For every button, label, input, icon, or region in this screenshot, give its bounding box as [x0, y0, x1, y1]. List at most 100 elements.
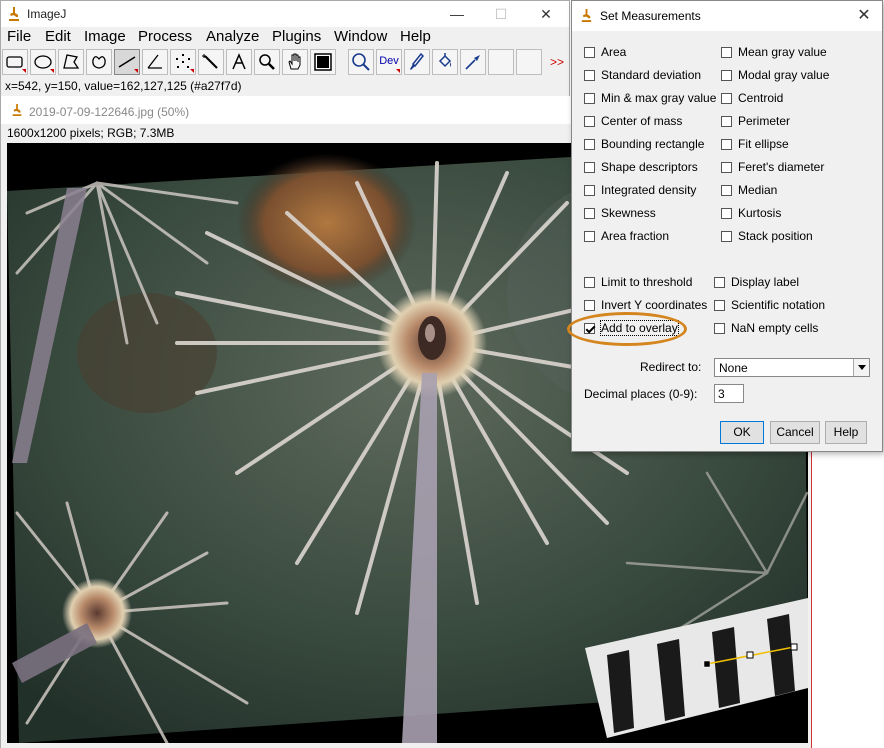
option-integrated-density[interactable]: Integrated density: [584, 181, 696, 199]
minimize-button[interactable]: —: [443, 4, 471, 24]
add-to-overlay-checkbox[interactable]: [584, 322, 595, 334]
area-fraction-label: Area fraction: [601, 229, 670, 243]
mean-gray-value-label: Mean gray value: [738, 45, 827, 59]
option-limit-to-threshold[interactable]: Limit to threshold: [584, 273, 692, 291]
status-bar: x=542, y=150, value=162,127,125 (#a27f7d…: [5, 79, 242, 93]
centroid-checkbox[interactable]: [721, 92, 732, 104]
close-button[interactable]: ✕: [532, 4, 560, 24]
ok-button[interactable]: OK: [720, 421, 764, 444]
toolbar: Dev >>: [1, 47, 569, 77]
scientific-notation-checkbox[interactable]: [714, 299, 725, 311]
invert-y-coordinates-checkbox[interactable]: [584, 299, 595, 311]
standard-deviation-label: Standard deviation: [601, 68, 702, 82]
menu-analyze[interactable]: Analyze: [206, 28, 259, 45]
option-nan-empty-cells[interactable]: NaN empty cells: [714, 319, 818, 337]
perimeter-label: Perimeter: [738, 114, 791, 128]
menu-help[interactable]: Help: [400, 28, 431, 45]
option-modal-gray-value[interactable]: Modal gray value: [721, 66, 829, 84]
chevron-down-icon[interactable]: [853, 359, 869, 376]
option-area-fraction[interactable]: Area fraction: [584, 227, 669, 245]
centroid-label: Centroid: [738, 91, 784, 105]
standard-deviation-checkbox[interactable]: [584, 69, 595, 81]
redirect-label: Redirect to:: [640, 360, 702, 374]
line-tool[interactable]: [114, 49, 140, 75]
developer-menu-tool[interactable]: Dev: [376, 49, 402, 75]
microscope-icon: [581, 9, 592, 22]
area-checkbox[interactable]: [584, 46, 595, 58]
option-kurtosis[interactable]: Kurtosis: [721, 204, 781, 222]
wand-tool[interactable]: [198, 49, 224, 75]
option-invert-y-coordinates[interactable]: Invert Y coordinates: [584, 296, 707, 314]
option-center-of-mass[interactable]: Center of mass: [584, 112, 682, 130]
display-label-checkbox[interactable]: [714, 276, 725, 288]
freehand-tool[interactable]: [86, 49, 112, 75]
center-of-mass-checkbox[interactable]: [584, 115, 595, 127]
brush-icon: [410, 52, 425, 70]
maximize-button[interactable]: ☐: [487, 4, 515, 24]
min-max-gray-value-checkbox[interactable]: [584, 92, 595, 104]
dialog-close-button[interactable]: ✕: [852, 5, 876, 27]
menu-process[interactable]: Process: [138, 28, 192, 45]
option-stack-position[interactable]: Stack position: [721, 227, 813, 245]
option-perimeter[interactable]: Perimeter: [721, 112, 790, 130]
option-mean-gray-value[interactable]: Mean gray value: [721, 43, 827, 61]
menu-plugins[interactable]: Plugins: [272, 28, 321, 45]
option-bounding-rectangle[interactable]: Bounding rectangle: [584, 135, 704, 153]
hand-tool[interactable]: [282, 49, 308, 75]
menu-window[interactable]: Window: [334, 28, 387, 45]
menu-image[interactable]: Image: [84, 28, 126, 45]
kurtosis-checkbox[interactable]: [721, 207, 732, 219]
option-feret-s-diameter[interactable]: Feret's diameter: [721, 158, 824, 176]
decimal-places-input[interactable]: 3: [714, 384, 744, 403]
shape-descriptors-checkbox[interactable]: [584, 161, 595, 173]
nan-empty-cells-checkbox[interactable]: [714, 322, 725, 334]
option-centroid[interactable]: Centroid: [721, 89, 783, 107]
cancel-button[interactable]: Cancel: [770, 421, 820, 444]
feret-s-diameter-checkbox[interactable]: [721, 161, 732, 173]
bounding-rectangle-checkbox[interactable]: [584, 138, 595, 150]
limit-to-threshold-checkbox[interactable]: [584, 276, 595, 288]
median-label: Median: [738, 183, 778, 197]
modal-gray-value-checkbox[interactable]: [721, 69, 732, 81]
integrated-density-checkbox[interactable]: [584, 184, 595, 196]
option-display-label[interactable]: Display label: [714, 273, 799, 291]
imagej-titlebar: ImageJ — ☐ ✕: [1, 1, 569, 27]
limit-to-threshold-label: Limit to threshold: [601, 275, 693, 289]
nan-empty-cells-label: NaN empty cells: [731, 321, 819, 335]
mean-gray-value-checkbox[interactable]: [721, 46, 732, 58]
magnifier-icon: [259, 54, 275, 70]
option-shape-descriptors[interactable]: Shape descriptors: [584, 158, 698, 176]
redirect-select[interactable]: None: [714, 358, 870, 377]
area-fraction-checkbox[interactable]: [584, 230, 595, 242]
text-tool[interactable]: [226, 49, 252, 75]
angle-tool[interactable]: [142, 49, 168, 75]
option-median[interactable]: Median: [721, 181, 777, 199]
more-tools-button[interactable]: >>: [544, 49, 570, 75]
option-scientific-notation[interactable]: Scientific notation: [714, 296, 825, 314]
stack-position-checkbox[interactable]: [721, 230, 732, 242]
option-skewness[interactable]: Skewness: [584, 204, 656, 222]
oval-tool[interactable]: [30, 49, 56, 75]
rectangle-tool[interactable]: [2, 49, 28, 75]
option-area[interactable]: Area: [584, 43, 626, 61]
menu-edit[interactable]: Edit: [45, 28, 71, 45]
pipette-tool[interactable]: [460, 49, 486, 75]
polygon-tool[interactable]: [58, 49, 84, 75]
imagej-main-window: ImageJ — ☐ ✕ File Edit Image Process Ana…: [0, 0, 570, 96]
option-standard-deviation[interactable]: Standard deviation: [584, 66, 701, 84]
option-min-max-gray-value[interactable]: Min & max gray value: [584, 89, 716, 107]
option-add-to-overlay[interactable]: Add to overlay: [584, 319, 679, 337]
skewness-checkbox[interactable]: [584, 207, 595, 219]
point-tool[interactable]: [170, 49, 196, 75]
flood-fill-tool[interactable]: [432, 49, 458, 75]
median-checkbox[interactable]: [721, 184, 732, 196]
perimeter-checkbox[interactable]: [721, 115, 732, 127]
color-picker-tool[interactable]: [310, 49, 336, 75]
brush-tool[interactable]: [404, 49, 430, 75]
fit-ellipse-checkbox[interactable]: [721, 138, 732, 150]
magnifier-tool[interactable]: [348, 49, 374, 75]
help-button[interactable]: Help: [825, 421, 867, 444]
zoom-tool[interactable]: [254, 49, 280, 75]
option-fit-ellipse[interactable]: Fit ellipse: [721, 135, 789, 153]
menu-file[interactable]: File: [7, 28, 31, 45]
